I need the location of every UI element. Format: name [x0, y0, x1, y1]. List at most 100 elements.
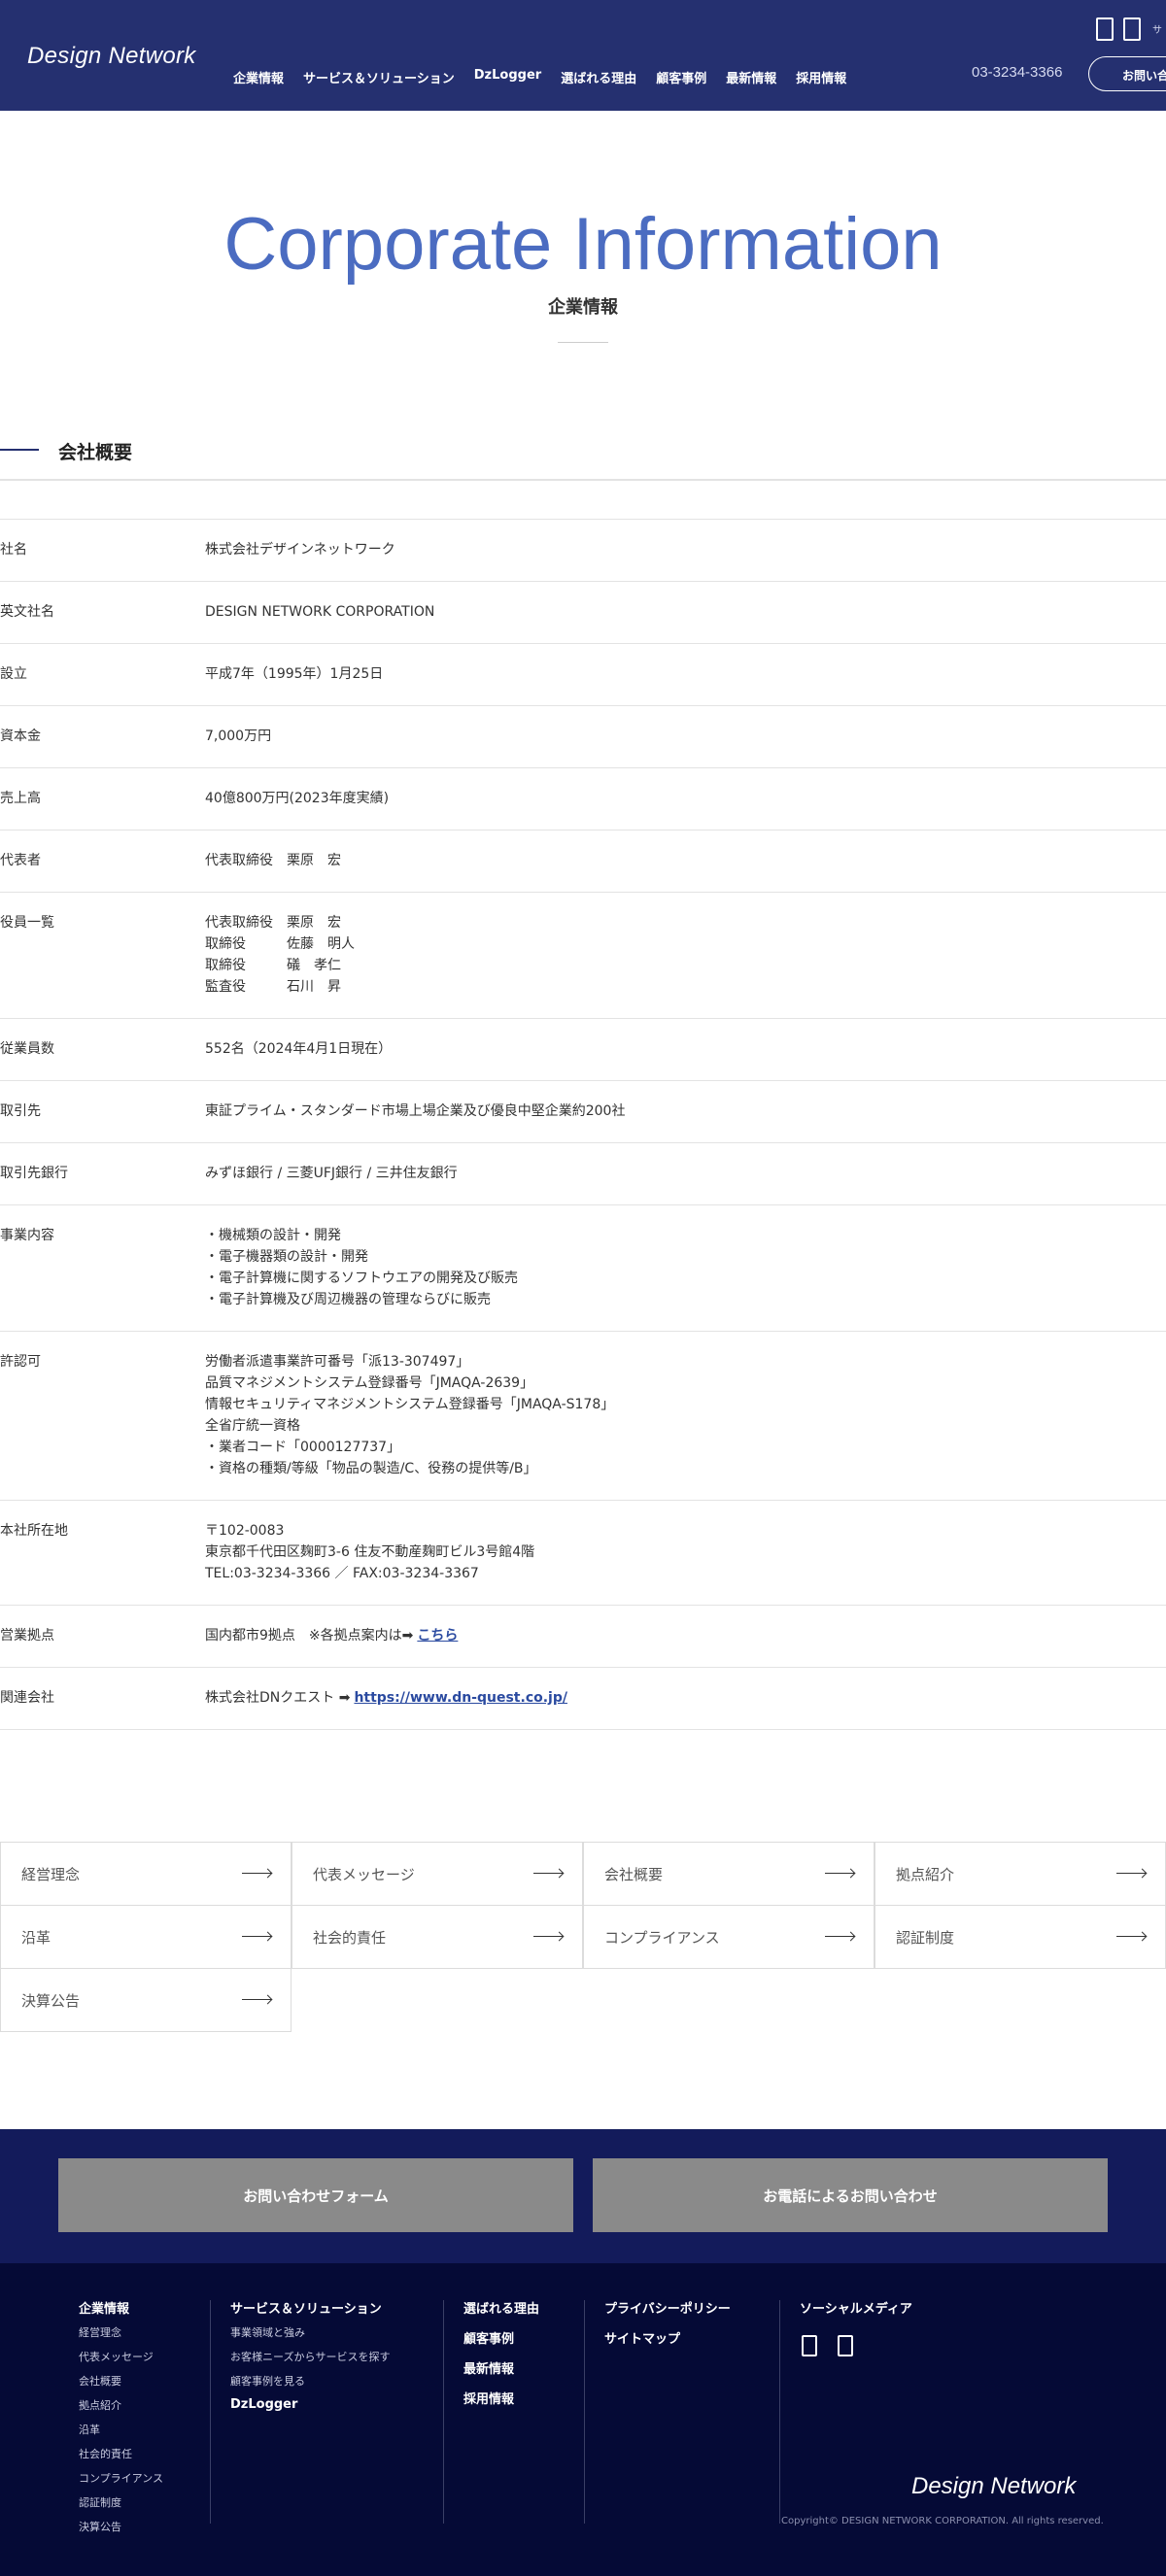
phone-contact-button[interactable]: お電話によるお問い合わせ	[593, 2158, 1108, 2232]
footer-logo[interactable]: Design Network	[911, 2473, 1076, 2500]
info-value-line: 代表取締役 栗原 宏	[205, 853, 341, 868]
info-label: 関連会社	[0, 1690, 54, 1706]
info-row: 関連会社 株式会社DNクエスト ➡ https://www.dn-quest.co.…	[0, 1668, 1166, 1730]
section-divider	[0, 479, 1166, 481]
link-overview[interactable]: 会社概要	[583, 1842, 874, 1906]
footer-heading-link[interactable]: 選ばれる理由	[463, 2298, 539, 2317]
nav-recruit[interactable]: 採用情報	[796, 68, 846, 86]
link-financial[interactable]: 決算公告	[0, 1968, 292, 2032]
footer-col-services: サービス＆ソリューション 事業領域と強み お客様ニーズからサービスを探す 顧客事…	[230, 2298, 390, 2420]
footer-link[interactable]: 社会的責任	[79, 2446, 163, 2461]
info-value-line: 40億800万円(2023年度実績)	[205, 791, 390, 806]
nav-cases[interactable]: 顧客事例	[656, 68, 706, 86]
header-sitemap-link[interactable]: サ	[1152, 21, 1162, 36]
info-row: 英文社名 DESIGN NETWORK CORPORATION	[0, 582, 1166, 644]
site-logo[interactable]: Design Network	[27, 43, 196, 70]
footer-link[interactable]: 会社概要	[79, 2373, 163, 2389]
info-value-line: 代表取締役 栗原 宏	[205, 915, 341, 931]
footer-divider	[584, 2300, 585, 2524]
info-value: 代表取締役 栗原 宏	[205, 850, 341, 871]
company-info-table: 社名 株式会社デザインネットワーク英文社名 DESIGN NETWORK CORPO…	[0, 519, 1166, 1730]
info-label: 取引先	[0, 1103, 41, 1119]
info-value-line: ・電子計算機及び周辺機器の管理ならびに販売	[205, 1292, 491, 1307]
info-row: 従業員数 552名（2024年4月1日現在）	[0, 1019, 1166, 1081]
footer-heading-dzlogger[interactable]: DzLogger	[230, 2397, 390, 2412]
footer-link[interactable]: 顧客事例を見る	[230, 2373, 390, 2389]
info-value-line: 品質マネジメントシステム登録番号「JMAQA-2639」	[205, 1375, 534, 1391]
info-label: 営業拠点	[0, 1628, 54, 1644]
nav-reasons[interactable]: 選ばれる理由	[561, 68, 636, 86]
link-philosophy[interactable]: 経営理念	[0, 1842, 292, 1906]
link-certification[interactable]: 認証制度	[874, 1905, 1166, 1969]
footer-sitemap-link[interactable]: サイトマップ	[604, 2328, 731, 2347]
contact-cta-band: お問い合わせフォーム お電話によるお問い合わせ	[0, 2129, 1166, 2263]
footer-divider	[779, 2300, 780, 2524]
footer-heading-link[interactable]: 顧客事例	[463, 2328, 539, 2347]
footer-link[interactable]: 代表メッセージ	[79, 2349, 163, 2364]
info-value-line: 取締役 礒 孝仁	[205, 958, 341, 973]
footer-heading-services[interactable]: サービス＆ソリューション	[230, 2298, 390, 2317]
footer-link[interactable]: 沿革	[79, 2422, 163, 2437]
info-value: 株式会社デザインネットワーク	[205, 539, 395, 560]
arrow-right-icon	[533, 1873, 563, 1874]
info-label: 英文社名	[0, 604, 54, 620]
branch-locations-link[interactable]: こちら	[417, 1628, 458, 1644]
info-value-line: 平成7年（1995年）1月25日	[205, 666, 384, 682]
footer-heading-link[interactable]: 採用情報	[463, 2389, 539, 2407]
info-label: 売上高	[0, 791, 41, 806]
facebook-icon[interactable]	[802, 2335, 817, 2356]
footer-link[interactable]: コンプライアンス	[79, 2470, 163, 2486]
arrow-right-icon	[825, 1936, 854, 1937]
x-icon[interactable]	[1123, 17, 1141, 41]
info-row: 事業内容 ・機械類の設計・開発 ・電子機器類の設計・開発 ・電子計算機に関するソフトウ…	[0, 1205, 1166, 1332]
arrow-right-icon	[1116, 1873, 1146, 1874]
section-accent-line	[0, 449, 39, 451]
x-icon[interactable]	[838, 2335, 853, 2356]
footer-link[interactable]: 認証制度	[79, 2494, 163, 2510]
info-label: 事業内容	[0, 1228, 54, 1243]
info-label: 許認可	[0, 1354, 41, 1370]
affiliate-site-link[interactable]: https://www.dn-quest.co.jp/	[354, 1690, 567, 1706]
info-label: 従業員数	[0, 1041, 54, 1057]
info-value-line: ・業者コード「0000127737」	[205, 1440, 401, 1455]
info-value-line: 株式会社デザインネットワーク	[205, 542, 395, 558]
nav-corporate[interactable]: 企業情報	[233, 68, 284, 86]
footer-link[interactable]: 事業領域と強み	[230, 2324, 390, 2340]
info-value-line: ・電子機器類の設計・開発	[205, 1249, 368, 1265]
footer-link[interactable]: 経営理念	[79, 2324, 163, 2340]
footer-col-policy: プライバシーポリシー サイトマップ	[604, 2298, 731, 2358]
info-value-line: ・資格の種類/等級「物品の製造/C、役務の提供等/B」	[205, 1461, 537, 1476]
footer-heading-link[interactable]: 最新情報	[463, 2358, 539, 2377]
link-locations[interactable]: 拠点紹介	[874, 1842, 1166, 1906]
nav-news[interactable]: 最新情報	[726, 68, 776, 86]
info-row: 許認可 労働者派遣事業許可番号「派13-307497」 品質マネジメントシステム登録…	[0, 1332, 1166, 1501]
footer-link[interactable]: 決算公告	[79, 2519, 163, 2534]
info-value: DESIGN NETWORK CORPORATION	[205, 601, 434, 623]
link-csr[interactable]: 社会的責任	[292, 1905, 583, 1969]
info-value-line: TEL:03-3234-3366 ／ FAX:03-3234-3367	[205, 1566, 479, 1581]
facebook-icon[interactable]	[1096, 17, 1114, 41]
link-message[interactable]: 代表メッセージ	[292, 1842, 583, 1906]
nav-services[interactable]: サービス＆ソリューション	[303, 68, 455, 86]
info-label: 代表者	[0, 853, 41, 868]
info-label: 社名	[0, 542, 27, 558]
contact-form-button[interactable]: お問い合わせフォーム	[58, 2158, 573, 2232]
info-value-line: 全省庁統一資格	[205, 1418, 300, 1434]
title-divider	[558, 342, 608, 343]
footer-col-social: ソーシャルメディア	[800, 2298, 912, 2324]
footer-link[interactable]: お客様ニーズからサービスを探す	[230, 2349, 390, 2364]
footer-heading-corporate[interactable]: 企業情報	[79, 2298, 163, 2317]
footer-privacy-link[interactable]: プライバシーポリシー	[604, 2298, 731, 2317]
info-value: 国内都市9拠点 ※各拠点案内は➡ こちら	[205, 1625, 458, 1646]
link-history[interactable]: 沿革	[0, 1905, 292, 1969]
nav-dzlogger[interactable]: DzLogger	[474, 68, 541, 86]
link-compliance[interactable]: コンプライアンス	[583, 1905, 874, 1969]
arrow-right-icon	[1116, 1936, 1146, 1937]
footer-link[interactable]: 拠点紹介	[79, 2397, 163, 2413]
header-contact-button[interactable]: お問い合	[1088, 56, 1166, 91]
info-row: 資本金 7,000万円	[0, 706, 1166, 768]
info-row: 取引先銀行 みずほ銀行 / 三菱UFJ銀行 / 三井住友銀行	[0, 1143, 1166, 1205]
info-value-line: ・電子計算機に関するソフトウエアの開発及び販売	[205, 1271, 518, 1286]
info-row: 社名 株式会社デザインネットワーク	[0, 520, 1166, 582]
info-value-line: 〒102-0083	[205, 1523, 285, 1539]
